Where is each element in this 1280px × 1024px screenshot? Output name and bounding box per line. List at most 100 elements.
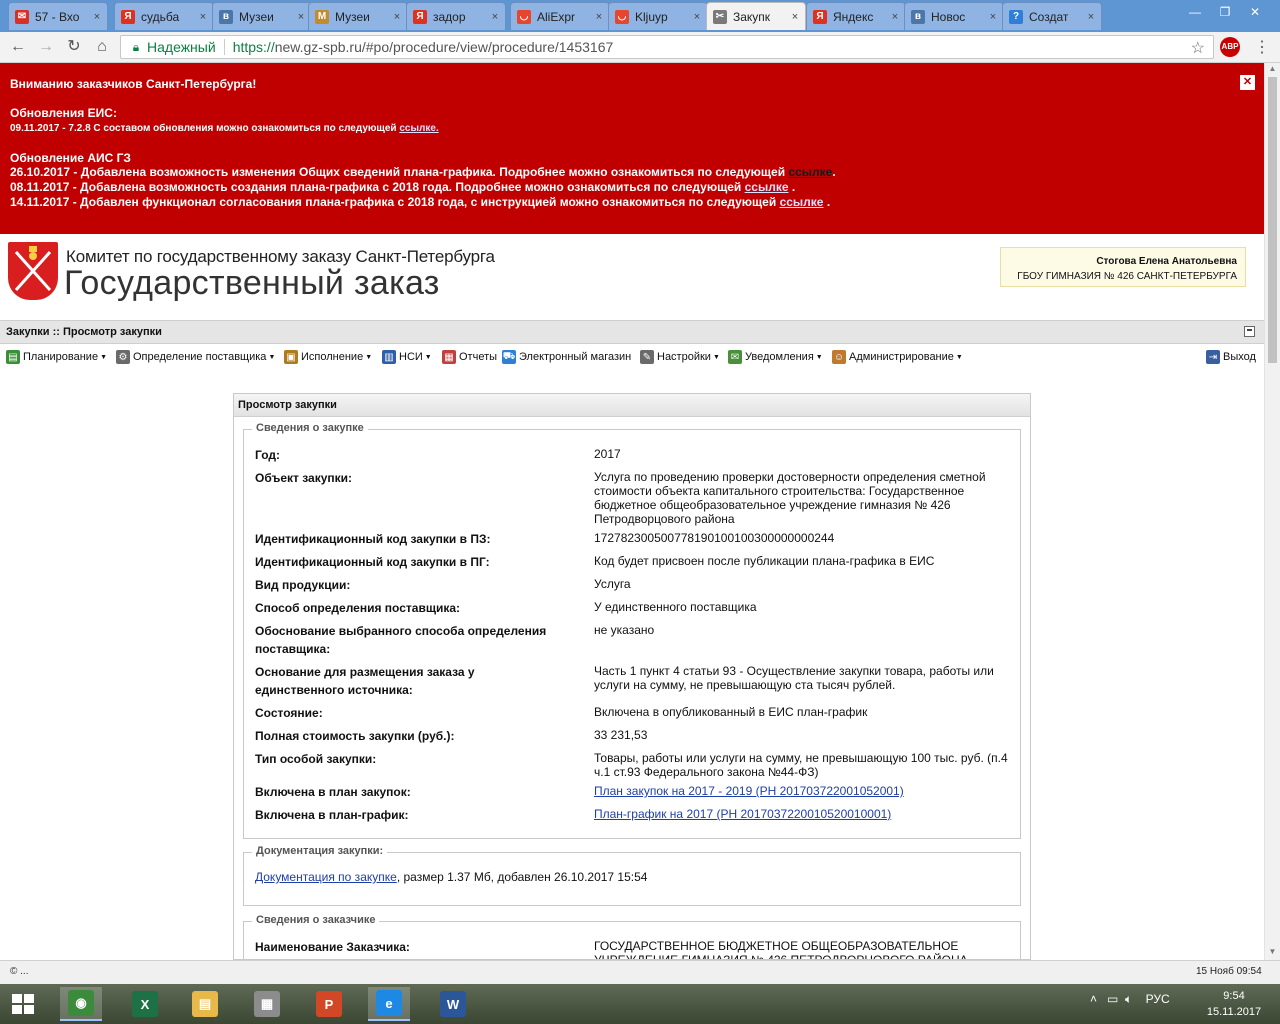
taskbar-app[interactable]: ▤ xyxy=(184,987,226,1021)
object-label: Объект закупки: xyxy=(255,471,353,485)
banner-eis-text: 09.11.2017 - 7.2.8 С составом обновления… xyxy=(10,123,397,134)
tab-close-icon[interactable]: × xyxy=(889,11,901,23)
page-scrollbar[interactable]: ▲ ▼ xyxy=(1264,63,1280,960)
taskbar-clock[interactable]: 9:54 15.11.2017 xyxy=(1200,988,1268,1020)
volume-icon[interactable]: 🔈︎ xyxy=(1125,992,1132,1006)
browser-tab[interactable]: ◡ Kljuyp × xyxy=(608,2,708,30)
banner-close-icon[interactable]: ✕ xyxy=(1240,75,1255,90)
browser-tab[interactable]: в Новос × xyxy=(904,2,1004,30)
clock-time: 9:54 xyxy=(1223,990,1245,1002)
home-icon[interactable]: ⌂ xyxy=(92,37,112,57)
dropdown-caret-icon: ▼ xyxy=(424,353,432,361)
collapse-button[interactable] xyxy=(1244,326,1255,337)
browser-tab[interactable]: Я Яндекс × xyxy=(806,2,906,30)
menu-item[interactable]: ☺ Администрирование ▼ xyxy=(832,350,963,364)
menu-item[interactable]: ▣ Исполнение ▼ xyxy=(284,350,372,364)
tab-close-icon[interactable]: × xyxy=(789,11,801,23)
tray-arrow-icon[interactable]: ˄ xyxy=(1090,992,1097,1006)
method-value: У единственного поставщика xyxy=(594,600,757,614)
browser-tab[interactable]: ✂ Закупк × xyxy=(706,2,806,30)
window-close-icon[interactable]: ✕ xyxy=(1240,2,1270,22)
scroll-down-icon[interactable]: ▼ xyxy=(1265,946,1280,958)
taskbar-app[interactable]: ▦ xyxy=(246,987,288,1021)
menu-item-label: НСИ xyxy=(399,351,423,363)
site-header: Комитет по государственному заказу Санкт… xyxy=(0,234,1264,320)
news-link[interactable]: ссылке xyxy=(780,195,824,209)
taskbar-app[interactable]: W xyxy=(432,987,474,1021)
notice-banner: Вниманию заказчиков Санкт-Петербурга! Об… xyxy=(0,63,1264,234)
browser-tab[interactable]: Ясудьба × xyxy=(114,2,214,30)
tab-close-icon[interactable]: × xyxy=(987,11,999,23)
tab-close-icon[interactable]: × xyxy=(489,11,501,23)
browser-tab[interactable]: ? Создат × xyxy=(1002,2,1102,30)
scroll-up-icon[interactable]: ▲ xyxy=(1265,63,1280,75)
state-value: Включена в опубликованный в ЕИС план-гра… xyxy=(594,705,868,719)
schedule-link[interactable]: План-график на 2017 (РН 2017037220010520… xyxy=(594,807,1014,821)
browser-tab[interactable]: Язадор × xyxy=(406,2,506,30)
menu-item[interactable]: ⛟ Электронный магазин xyxy=(502,350,631,364)
ikz-pz-label: Идентификационный код закупки в ПЗ: xyxy=(255,532,491,546)
menu-item[interactable]: ▤ Планирование ▼ xyxy=(6,350,107,364)
taskbar-app[interactable]: e xyxy=(368,987,410,1021)
taskbar-app[interactable]: X xyxy=(124,987,166,1021)
tab-close-icon[interactable]: × xyxy=(91,11,103,23)
tab-close-icon[interactable]: × xyxy=(593,11,605,23)
banner-news-item: 08.11.2017 - Добавлена возможность созда… xyxy=(10,180,795,194)
plan-link[interactable]: План закупок на 2017 - 2019 (РН 20170372… xyxy=(594,784,1014,798)
browser-tab[interactable]: ✉ 57 - Вхо × xyxy=(8,2,108,30)
state-label: Состояние: xyxy=(255,706,323,720)
news-link[interactable]: ссылке xyxy=(745,180,789,194)
spb-emblem-logo[interactable] xyxy=(8,242,58,300)
tools-icon: ✂ xyxy=(713,9,727,24)
forward-icon[interactable]: → xyxy=(36,37,56,57)
browser-menu-icon[interactable]: ⋮ xyxy=(1252,37,1272,57)
bookmark-star-icon[interactable]: ☆ xyxy=(1191,38,1205,58)
tab-close-icon[interactable]: × xyxy=(691,11,703,23)
menu-item[interactable]: ▦ Отчеты xyxy=(442,350,497,364)
news-link[interactable]: ссылке xyxy=(788,165,832,179)
cart-icon: ⛟ xyxy=(502,350,516,364)
tab-close-icon[interactable]: × xyxy=(197,11,209,23)
menu-item-label: Исполнение xyxy=(301,351,364,363)
menu-item[interactable]: ▥ НСИ ▼ xyxy=(382,350,432,364)
breadcrumb-text: Закупки :: Просмотр закупки xyxy=(6,326,162,338)
scroll-thumb[interactable] xyxy=(1268,77,1277,363)
tab-close-icon[interactable]: × xyxy=(391,11,403,23)
panel-title: Просмотр закупки xyxy=(238,399,337,411)
tab-label: Новос xyxy=(931,9,966,24)
taskbar-app[interactable]: ◉ xyxy=(60,987,102,1021)
menu-item-label: Планирование xyxy=(23,351,99,363)
planning-icon: ▤ xyxy=(6,350,20,364)
banner-eis-link[interactable]: ссылке. xyxy=(399,123,438,134)
menu-item[interactable]: ⚙ Определение поставщика ▼ xyxy=(116,350,275,364)
cost-value: 33 231,53 xyxy=(594,728,648,742)
menu-item[interactable]: ✎ Настройки ▼ xyxy=(640,350,720,364)
taskbar-app[interactable]: P xyxy=(308,987,350,1021)
user-organization: ГБОУ ГИМНАЗИЯ № 426 САНКТ-ПЕТЕРБУРГА xyxy=(1017,271,1237,282)
purchase-info-group: Сведения о закупке Год: 2017 Объект заку… xyxy=(243,422,1021,839)
menu-item-label: Электронный магазин xyxy=(519,351,632,363)
product-label: Вид продукции: xyxy=(255,578,351,592)
url-input[interactable]: 🔒︎ Надежный https:// new.gz-spb.ru/#po/p… xyxy=(120,35,1214,59)
tab-close-icon[interactable]: × xyxy=(1085,11,1097,23)
yandex-icon: Я xyxy=(813,9,827,24)
documentation-link[interactable]: Документация по закупке xyxy=(255,870,397,884)
report-icon: ▦ xyxy=(442,350,456,364)
reload-icon[interactable]: ↻ xyxy=(64,37,84,57)
browser-tab[interactable]: M Музеи × xyxy=(308,2,408,30)
language-indicator[interactable]: РУС xyxy=(1146,992,1170,1006)
network-icon[interactable]: ▭ xyxy=(1107,992,1118,1006)
back-icon[interactable]: ← xyxy=(8,37,28,57)
maximize-icon[interactable]: ❐ xyxy=(1210,2,1240,22)
menu-item[interactable]: ✉ Уведомления ▼ xyxy=(728,350,823,364)
windows-start-icon[interactable] xyxy=(12,994,34,1014)
adblock-icon[interactable]: ABP xyxy=(1220,37,1240,57)
browser-tab[interactable]: в Музеи × xyxy=(212,2,312,30)
tab-label: 57 - Вхо xyxy=(35,9,80,24)
omnibox-separator xyxy=(223,39,225,55)
minimize-icon[interactable]: — xyxy=(1180,2,1210,22)
browser-tab[interactable]: ◡ AliExpr × xyxy=(510,2,610,30)
clock-date: 15.11.2017 xyxy=(1206,1006,1262,1018)
tab-close-icon[interactable]: × xyxy=(295,11,307,23)
logout-button[interactable]: ⇥ Выход xyxy=(1206,350,1256,364)
